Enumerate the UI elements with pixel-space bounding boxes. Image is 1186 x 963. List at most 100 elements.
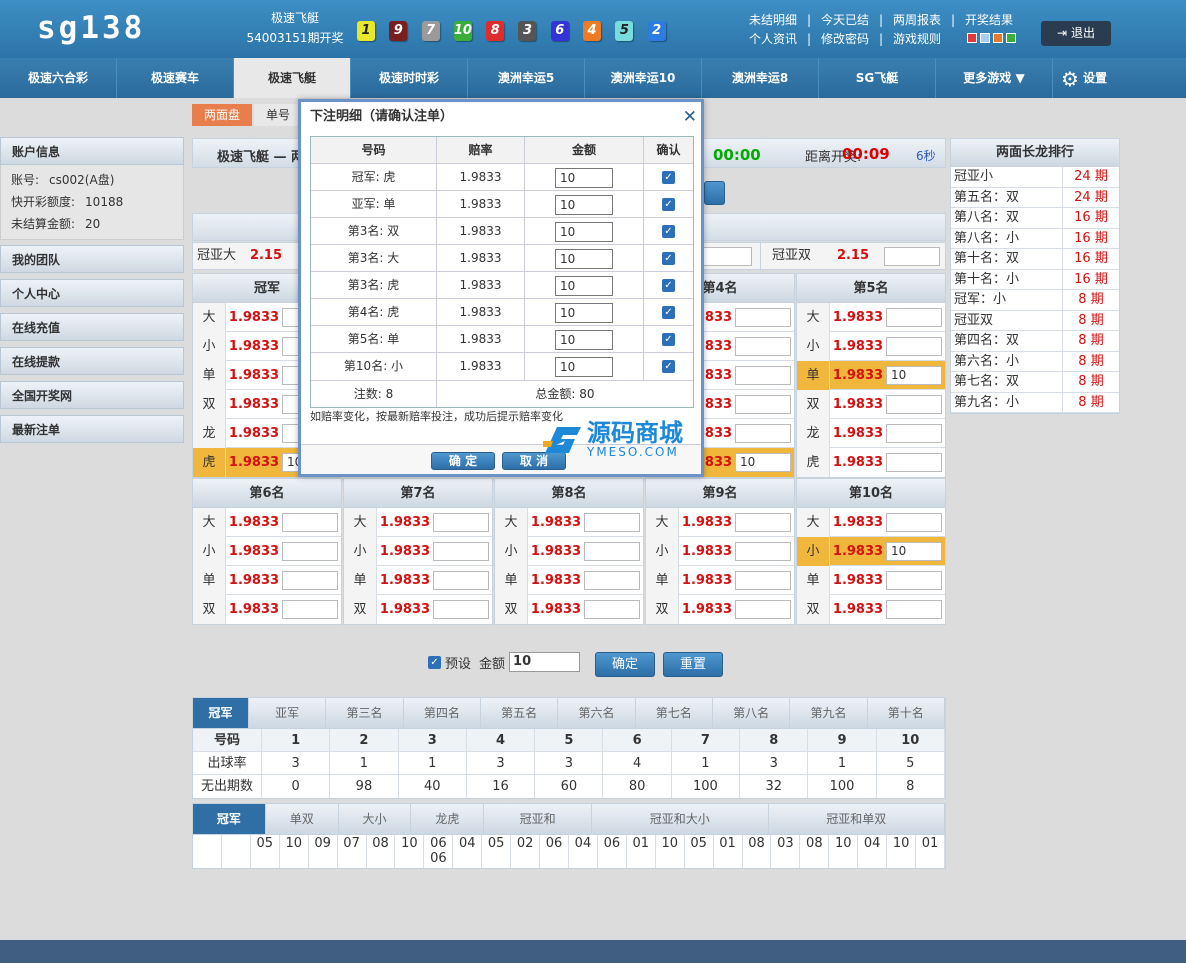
bet-amount-input[interactable]	[433, 541, 489, 561]
refresh-countdown[interactable]: 6秒	[916, 147, 936, 164]
bet-amount-input[interactable]	[886, 394, 942, 414]
bet-amount-input[interactable]	[735, 394, 791, 414]
play-type-tab[interactable]: 单号	[254, 104, 303, 126]
bet-option-row[interactable]: 小1.9833	[344, 536, 492, 566]
bet-confirm-checkbox[interactable]: ✓	[662, 171, 675, 184]
bet-option-row[interactable]: 小 1.9833 10	[797, 536, 945, 566]
bet-option-row[interactable]: 龙1.9833	[797, 418, 945, 448]
bet-amount-input[interactable]	[735, 512, 791, 532]
bet-detail-amount-input[interactable]: 10	[555, 194, 613, 215]
bet-detail-amount-input[interactable]: 10	[555, 275, 613, 296]
stats-tab[interactable]: 第六名	[558, 698, 636, 728]
sidebar-item[interactable]: 最新注单	[0, 415, 184, 443]
bet-amount-input[interactable]	[735, 365, 791, 385]
bet-amount-input[interactable]: 10	[886, 365, 942, 385]
nav-tab[interactable]: 极速时时彩	[351, 58, 468, 98]
bet-option-row[interactable]: 虎 1.9833	[797, 448, 945, 477]
bet-option-row[interactable]: 大1.9833	[193, 507, 341, 537]
bet-option-row[interactable]: 单1.9833	[495, 565, 643, 595]
stats-tab[interactable]: 亚军	[249, 698, 327, 728]
header-link[interactable]: 游戏规则	[888, 30, 946, 49]
bet-detail-amount-input[interactable]: 10	[555, 302, 613, 323]
bet-amount-input[interactable]	[584, 512, 640, 532]
theme-swatch[interactable]	[980, 33, 990, 43]
bet-amount-input[interactable]	[433, 600, 489, 619]
bet-confirm-checkbox[interactable]: ✓	[662, 360, 675, 373]
bet-detail-amount-input[interactable]: 10	[555, 329, 613, 350]
bet-amount-input[interactable]	[735, 541, 791, 561]
bet-detail-amount-input[interactable]: 10	[555, 167, 613, 188]
road-tab[interactable]: 冠亚和大小	[592, 804, 769, 834]
bet-option-row[interactable]: 单1.9833	[646, 565, 794, 595]
logout-button[interactable]: ⇥ 退出	[1041, 21, 1111, 46]
bet-option-row[interactable]: 单 1.9833 10	[797, 360, 945, 390]
stats-tab[interactable]: 第十名	[868, 698, 945, 728]
bet-amount-input[interactable]: 10	[735, 453, 791, 472]
header-link[interactable]: 修改密码	[816, 30, 874, 49]
bet-confirm-checkbox[interactable]: ✓	[662, 198, 675, 211]
sidebar-item[interactable]: 在线提款	[0, 347, 184, 375]
bet-option-row[interactable]: 单1.9833	[344, 565, 492, 595]
header-link[interactable]: 今天已结	[816, 11, 874, 30]
bet-amount-input[interactable]	[886, 423, 942, 443]
bet-option-row[interactable]: 大1.9833	[797, 302, 945, 332]
bet-amount-input[interactable]	[886, 336, 942, 356]
bet-option-row[interactable]: 大1.9833	[495, 507, 643, 537]
bet-detail-amount-input[interactable]: 10	[555, 221, 613, 242]
preset-confirm-button[interactable]: 确定	[595, 652, 655, 677]
bet-amount-input[interactable]	[433, 512, 489, 532]
bet-amount-input[interactable]	[282, 600, 338, 619]
bet-option-row[interactable]: 单1.9833	[193, 565, 341, 595]
bet-amount-input[interactable]	[886, 512, 942, 532]
theme-swatch[interactable]	[993, 33, 1003, 43]
road-tab[interactable]: 冠亚和	[484, 804, 592, 834]
bet-option-row[interactable]: 双1.9833	[344, 595, 492, 624]
stats-tab[interactable]: 第八名	[713, 698, 791, 728]
bet-amount-input[interactable]	[735, 570, 791, 590]
bet-amount-input[interactable]	[886, 453, 942, 472]
header-link[interactable]: 两周报表	[888, 11, 946, 30]
stats-tab[interactable]: 第三名	[326, 698, 404, 728]
bet-amount-input[interactable]	[433, 570, 489, 590]
bet-amount-input[interactable]	[735, 336, 791, 356]
bet-option-row[interactable]: 双1.9833	[646, 595, 794, 624]
nav-tab[interactable]: 极速飞艇	[234, 58, 351, 98]
nav-tab[interactable]: 更多游戏 ▼	[936, 58, 1053, 98]
bet-confirm-checkbox[interactable]: ✓	[662, 252, 675, 265]
road-tab[interactable]: 冠亚和单双	[769, 804, 946, 834]
nav-tab[interactable]: 澳洲幸运10	[585, 58, 702, 98]
bet-amount-input[interactable]: 10	[886, 541, 942, 561]
theme-swatch[interactable]	[1006, 33, 1016, 43]
bet-amount-input[interactable]	[735, 600, 791, 619]
bet-detail-amount-input[interactable]: 10	[555, 248, 613, 269]
bet-amount-input[interactable]	[886, 600, 942, 619]
bet-option-row[interactable]: 小1.9833	[797, 331, 945, 361]
bet-amount-input[interactable]	[584, 570, 640, 590]
bet-option-row[interactable]: 大1.9833	[797, 507, 945, 537]
header-link[interactable]: 个人资讯	[744, 30, 802, 49]
road-tab[interactable]: 龙虎	[411, 804, 485, 834]
header-link[interactable]: 开奖结果	[960, 11, 1018, 30]
bet-option-row[interactable]: 大1.9833	[344, 507, 492, 537]
road-tab[interactable]: 单双	[266, 804, 339, 834]
play-type-tab[interactable]: 两面盘	[192, 104, 253, 126]
preset-amount-input[interactable]: 10	[509, 652, 581, 672]
stats-tab[interactable]: 第九名	[790, 698, 868, 728]
sum-amount-input[interactable]	[696, 247, 752, 266]
bet-confirm-checkbox[interactable]: ✓	[662, 279, 675, 292]
settings-button[interactable]: ⚙ 设置	[1061, 58, 1107, 98]
stats-tab[interactable]: 第四名	[404, 698, 481, 728]
bet-option-row[interactable]: 双1.9833	[495, 595, 643, 624]
theme-swatch[interactable]	[967, 33, 977, 43]
bet-amount-input[interactable]	[735, 307, 791, 327]
stats-tab[interactable]: 第七名	[636, 698, 713, 728]
bet-amount-input[interactable]	[282, 541, 338, 561]
bet-option-row[interactable]: 小1.9833	[646, 536, 794, 566]
nav-tab[interactable]: 极速赛车	[117, 58, 234, 98]
bet-option-row[interactable]: 双1.9833	[797, 389, 945, 419]
bet-option-row[interactable]: 双1.9833	[797, 595, 945, 624]
bet-amount-input[interactable]	[886, 307, 942, 327]
submit-button-partial[interactable]	[704, 181, 725, 205]
header-link[interactable]: 未结明细	[744, 11, 802, 30]
bet-confirm-checkbox[interactable]: ✓	[662, 225, 675, 238]
